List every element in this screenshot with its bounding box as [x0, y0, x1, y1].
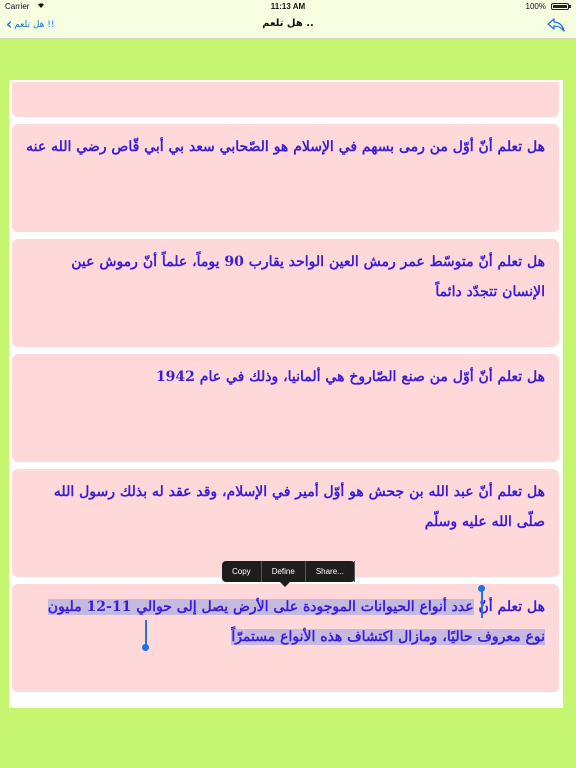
fact-card-partial[interactable] — [12, 82, 559, 117]
page-title: هل تلعم .. — [262, 18, 314, 29]
edit-menu: Copy Define Share... — [222, 561, 355, 587]
navigation-bar: ‹ هل تلعم !! هل تلعم .. — [0, 14, 576, 39]
define-button[interactable]: Define — [262, 561, 306, 582]
fact-text[interactable]: هل تعلم أنّ متوسّط عمر رمش العين الواحد … — [26, 247, 545, 307]
status-time: 11:13 AM — [270, 2, 306, 11]
fact-card[interactable]: هل تعلم أنّ متوسّط عمر رمش العين الواحد … — [12, 239, 559, 347]
status-bar: Carrier 11:13 AM 100% — [0, 0, 576, 14]
selection-handle-end-line — [145, 620, 147, 646]
fact-text-prefix: هل تعلم أنّ — [473, 599, 545, 615]
selection-handle-start[interactable] — [478, 585, 485, 592]
fact-text[interactable]: هل تعلم أنّ عبد الله بن جحش هو أوّل أمير… — [26, 477, 545, 537]
facts-list[interactable]: هل تعلم أنّ أوّل من رمى بسهم في الإسلام … — [9, 80, 563, 708]
fact-text[interactable]: هل تعلم أنّ عدد أنواع الحيوانات الموجودة… — [26, 592, 545, 652]
text-selection[interactable]: عدد أنواع الحيوانات الموجودة على الأرض ي… — [47, 599, 545, 645]
copy-button[interactable]: Copy — [222, 561, 262, 582]
reply-icon[interactable] — [546, 17, 566, 33]
battery-icon — [551, 3, 571, 10]
selection-handle-end[interactable] — [142, 644, 149, 651]
edit-menu-arrow — [280, 582, 290, 587]
fact-text[interactable]: هل تعلم أنّ أوّل من صنع الصّاروخ هي ألما… — [26, 362, 545, 392]
selection-handle-start-line — [481, 590, 483, 618]
fact-card[interactable]: هل تعلم أنّ أوّل من رمى بسهم في الإسلام … — [12, 124, 559, 232]
fact-card[interactable]: هل تعلم أنّ أوّل من صنع الصّاروخ هي ألما… — [12, 354, 559, 462]
share-button[interactable]: Share... — [306, 561, 355, 582]
fact-card-selected[interactable]: هل تعلم أنّ عدد أنواع الحيوانات الموجودة… — [12, 584, 559, 692]
fact-text[interactable]: هل تعلم أنّ أوّل من رمى بسهم في الإسلام … — [26, 132, 545, 162]
battery-percent: 100% — [525, 2, 546, 11]
